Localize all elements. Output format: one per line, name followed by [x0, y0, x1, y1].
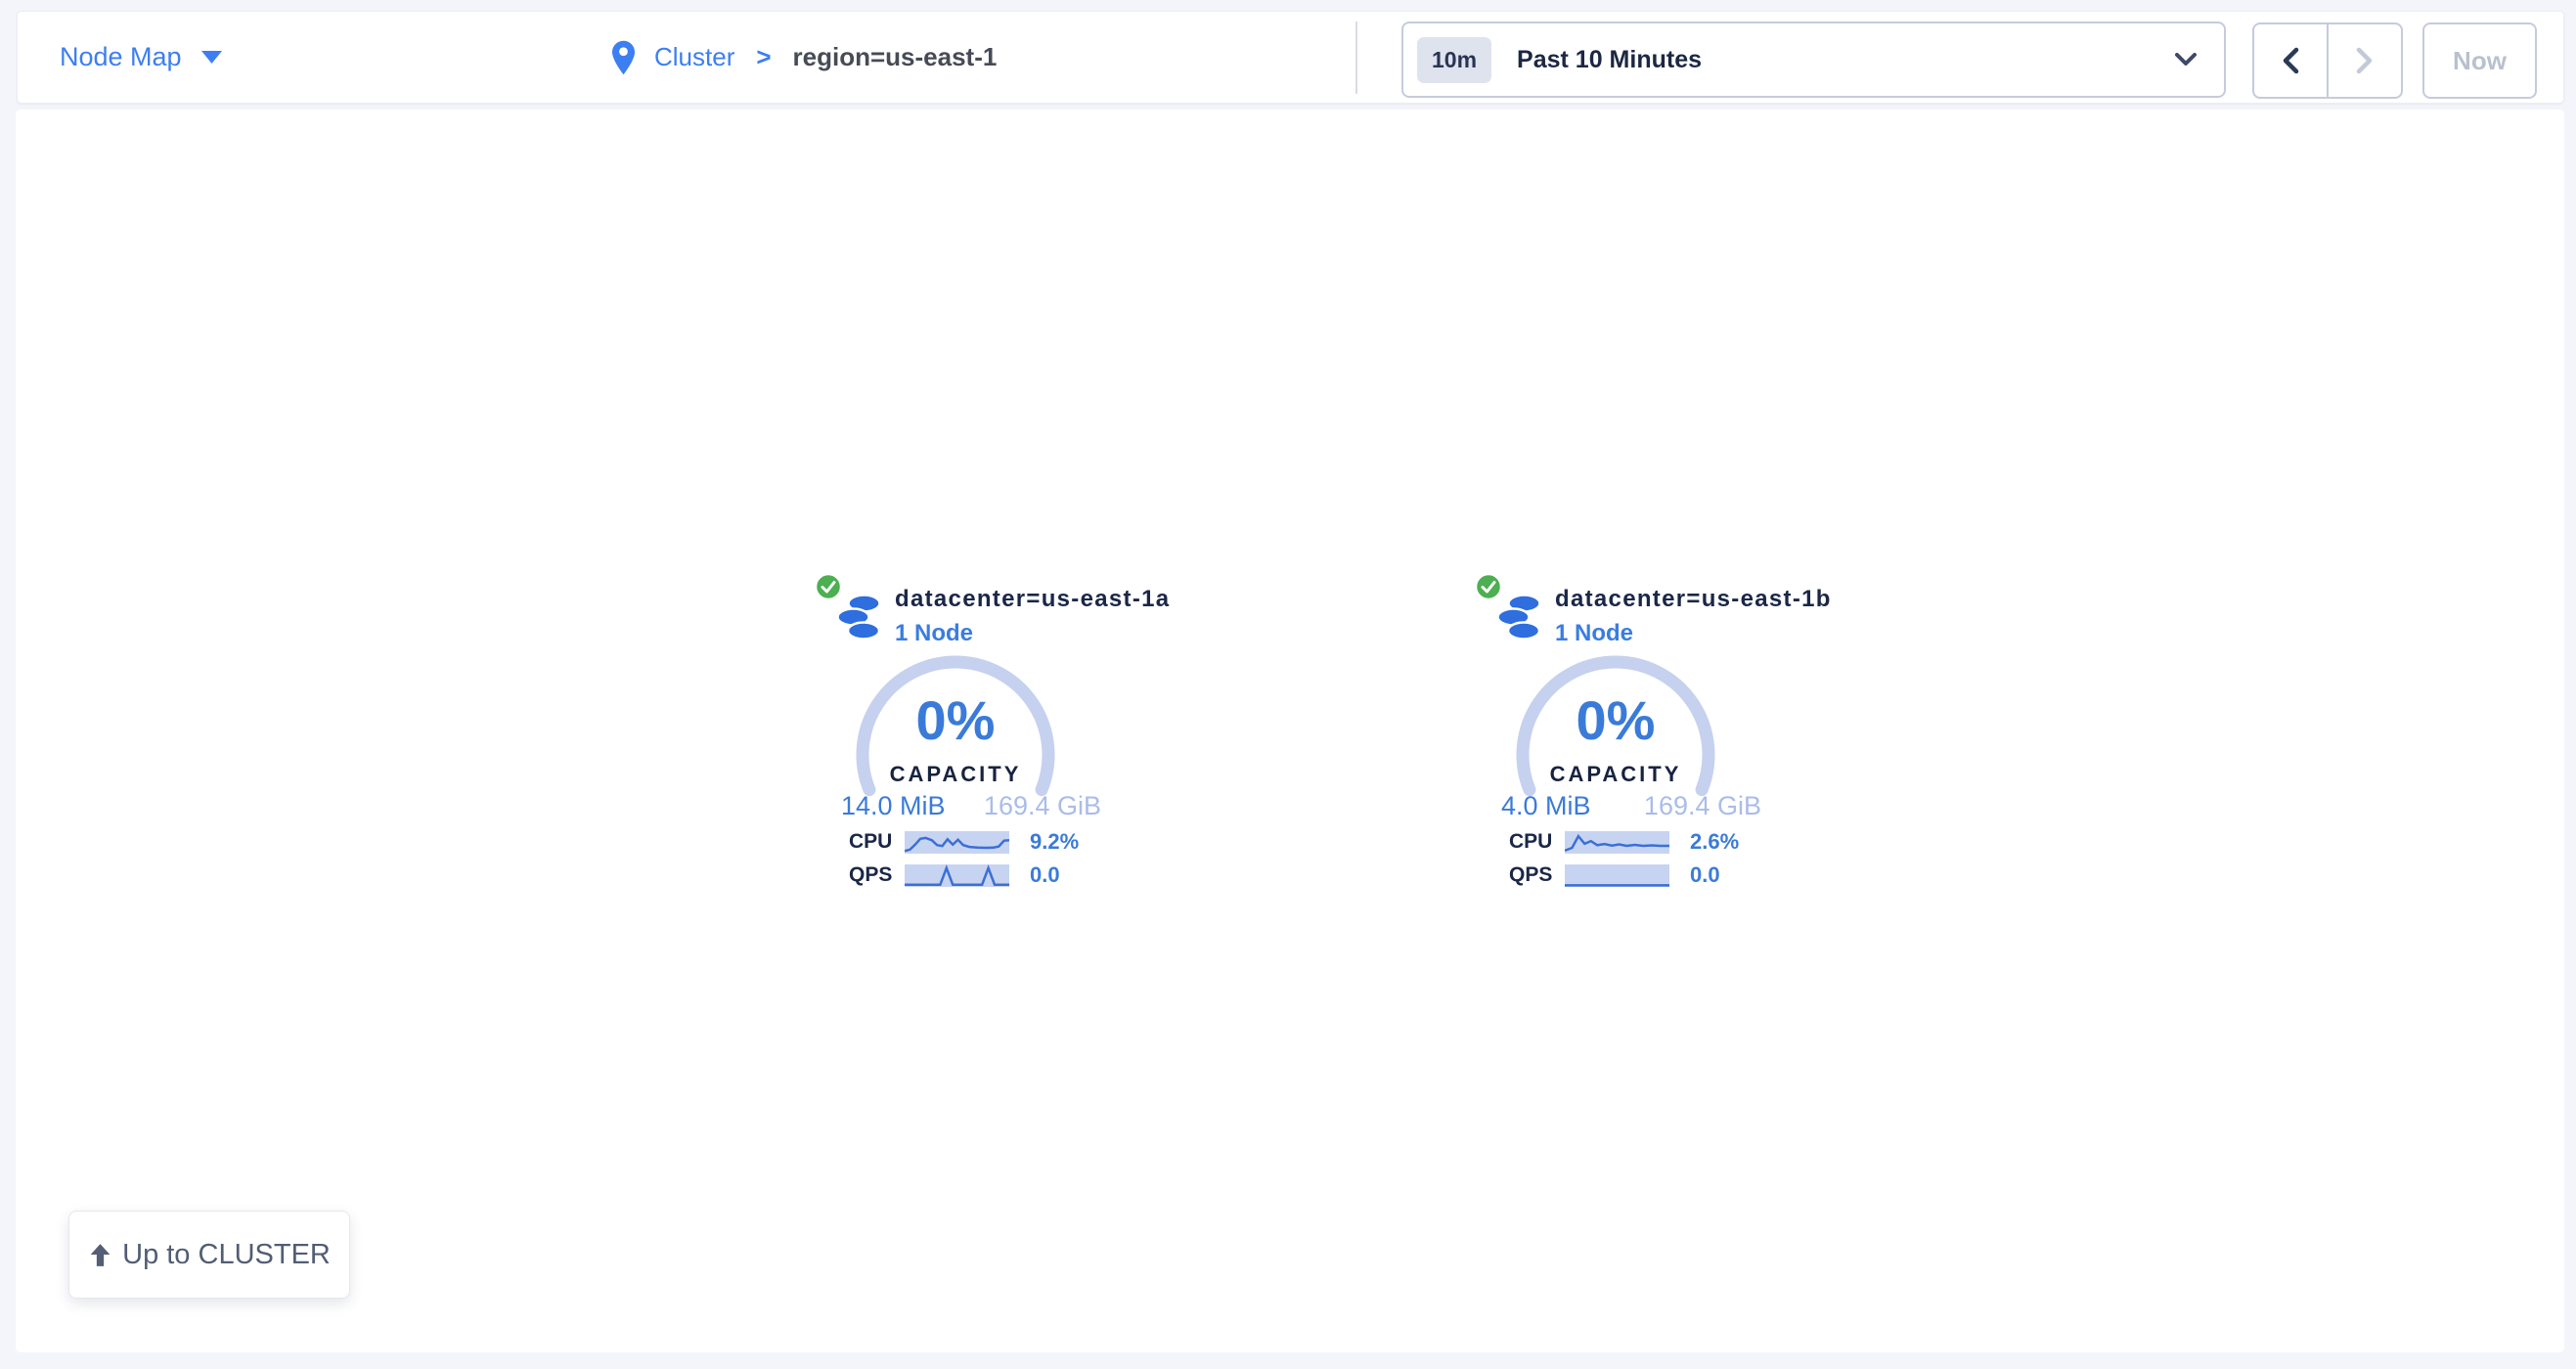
location-pin-icon: [612, 40, 635, 75]
qps-sparkline: [1565, 864, 1669, 887]
cpu-value: 9.2%: [1030, 829, 1079, 855]
capacity-percent: 0%: [848, 688, 1063, 752]
chevron-down-icon: [2175, 53, 2197, 66]
cpu-sparkline: [1565, 831, 1669, 854]
datacenter-stack-icon: [1497, 594, 1542, 640]
qps-metric-row: QPS 0.0: [1509, 863, 1720, 887]
capacity-label: CAPACITY: [1508, 762, 1723, 787]
now-button[interactable]: Now: [2422, 22, 2537, 99]
cpu-metric-row: CPU 2.6%: [1509, 830, 1739, 854]
datacenter-title: datacenter=us-east-1a: [895, 586, 1170, 613]
capacity-gauge: 0% CAPACITY: [848, 643, 1063, 810]
caret-down-icon: [201, 51, 222, 65]
breadcrumb-current: region=us-east-1: [793, 42, 998, 72]
qps-label: QPS: [1509, 863, 1565, 887]
capacity-total: 169.4 GiB: [1644, 791, 1761, 821]
breadcrumb-cluster-link[interactable]: Cluster: [654, 42, 734, 72]
top-bar: Node Map Cluster > region=us-east-1 10m …: [17, 11, 2564, 104]
datacenter-stack-icon: [837, 594, 882, 640]
chevron-left-icon: [2280, 46, 2301, 75]
cpu-label: CPU: [849, 830, 905, 854]
up-to-cluster-label: Up to CLUSTER: [122, 1239, 331, 1271]
view-switcher-dropdown[interactable]: Node Map: [60, 12, 222, 103]
view-switcher-label: Node Map: [60, 42, 182, 72]
cpu-label: CPU: [1509, 830, 1565, 854]
datacenter-header: datacenter=us-east-1a 1 Node: [895, 586, 1170, 647]
capacity-total: 169.4 GiB: [984, 791, 1101, 821]
capacity-values: 14.0 MiB 169.4 GiB: [841, 791, 1101, 821]
node-map-canvas: datacenter=us-east-1a 1 Node 0% CAPACITY…: [16, 110, 2564, 1352]
qps-value: 0.0: [1690, 862, 1720, 888]
time-forward-button[interactable]: [2327, 22, 2403, 99]
capacity-values: 4.0 MiB 169.4 GiB: [1501, 791, 1761, 821]
datacenter-card-us-east-1b[interactable]: datacenter=us-east-1b 1 Node 0% CAPACITY…: [1474, 572, 1885, 900]
arrow-up-icon: [88, 1242, 112, 1268]
header-divider: [1355, 22, 1357, 94]
capacity-label: CAPACITY: [848, 762, 1063, 787]
time-window-badge: 10m: [1417, 37, 1491, 83]
up-to-cluster-button[interactable]: Up to CLUSTER: [68, 1211, 350, 1299]
qps-value: 0.0: [1030, 862, 1060, 888]
capacity-percent: 0%: [1508, 688, 1723, 752]
capacity-used: 14.0 MiB: [841, 791, 946, 821]
datacenter-title: datacenter=us-east-1b: [1555, 586, 1832, 613]
qps-metric-row: QPS 0.0: [849, 863, 1060, 887]
time-window-label: Past 10 Minutes: [1517, 46, 1702, 74]
cpu-metric-row: CPU 9.2%: [849, 830, 1079, 854]
qps-sparkline: [905, 864, 1009, 887]
chevron-right-icon: [2354, 46, 2376, 75]
cpu-value: 2.6%: [1690, 829, 1739, 855]
datacenter-card-us-east-1a[interactable]: datacenter=us-east-1a 1 Node 0% CAPACITY…: [814, 572, 1224, 900]
qps-label: QPS: [849, 863, 905, 887]
breadcrumb: Cluster > region=us-east-1: [612, 12, 997, 103]
capacity-used: 4.0 MiB: [1501, 791, 1591, 821]
datacenter-header: datacenter=us-east-1b 1 Node: [1555, 586, 1832, 647]
time-window-select[interactable]: 10m Past 10 Minutes: [1401, 22, 2226, 98]
time-back-button[interactable]: [2252, 22, 2329, 99]
time-nav-group: [2252, 22, 2403, 99]
cpu-sparkline: [905, 831, 1009, 854]
capacity-gauge: 0% CAPACITY: [1508, 643, 1723, 810]
breadcrumb-separator: >: [756, 42, 771, 72]
